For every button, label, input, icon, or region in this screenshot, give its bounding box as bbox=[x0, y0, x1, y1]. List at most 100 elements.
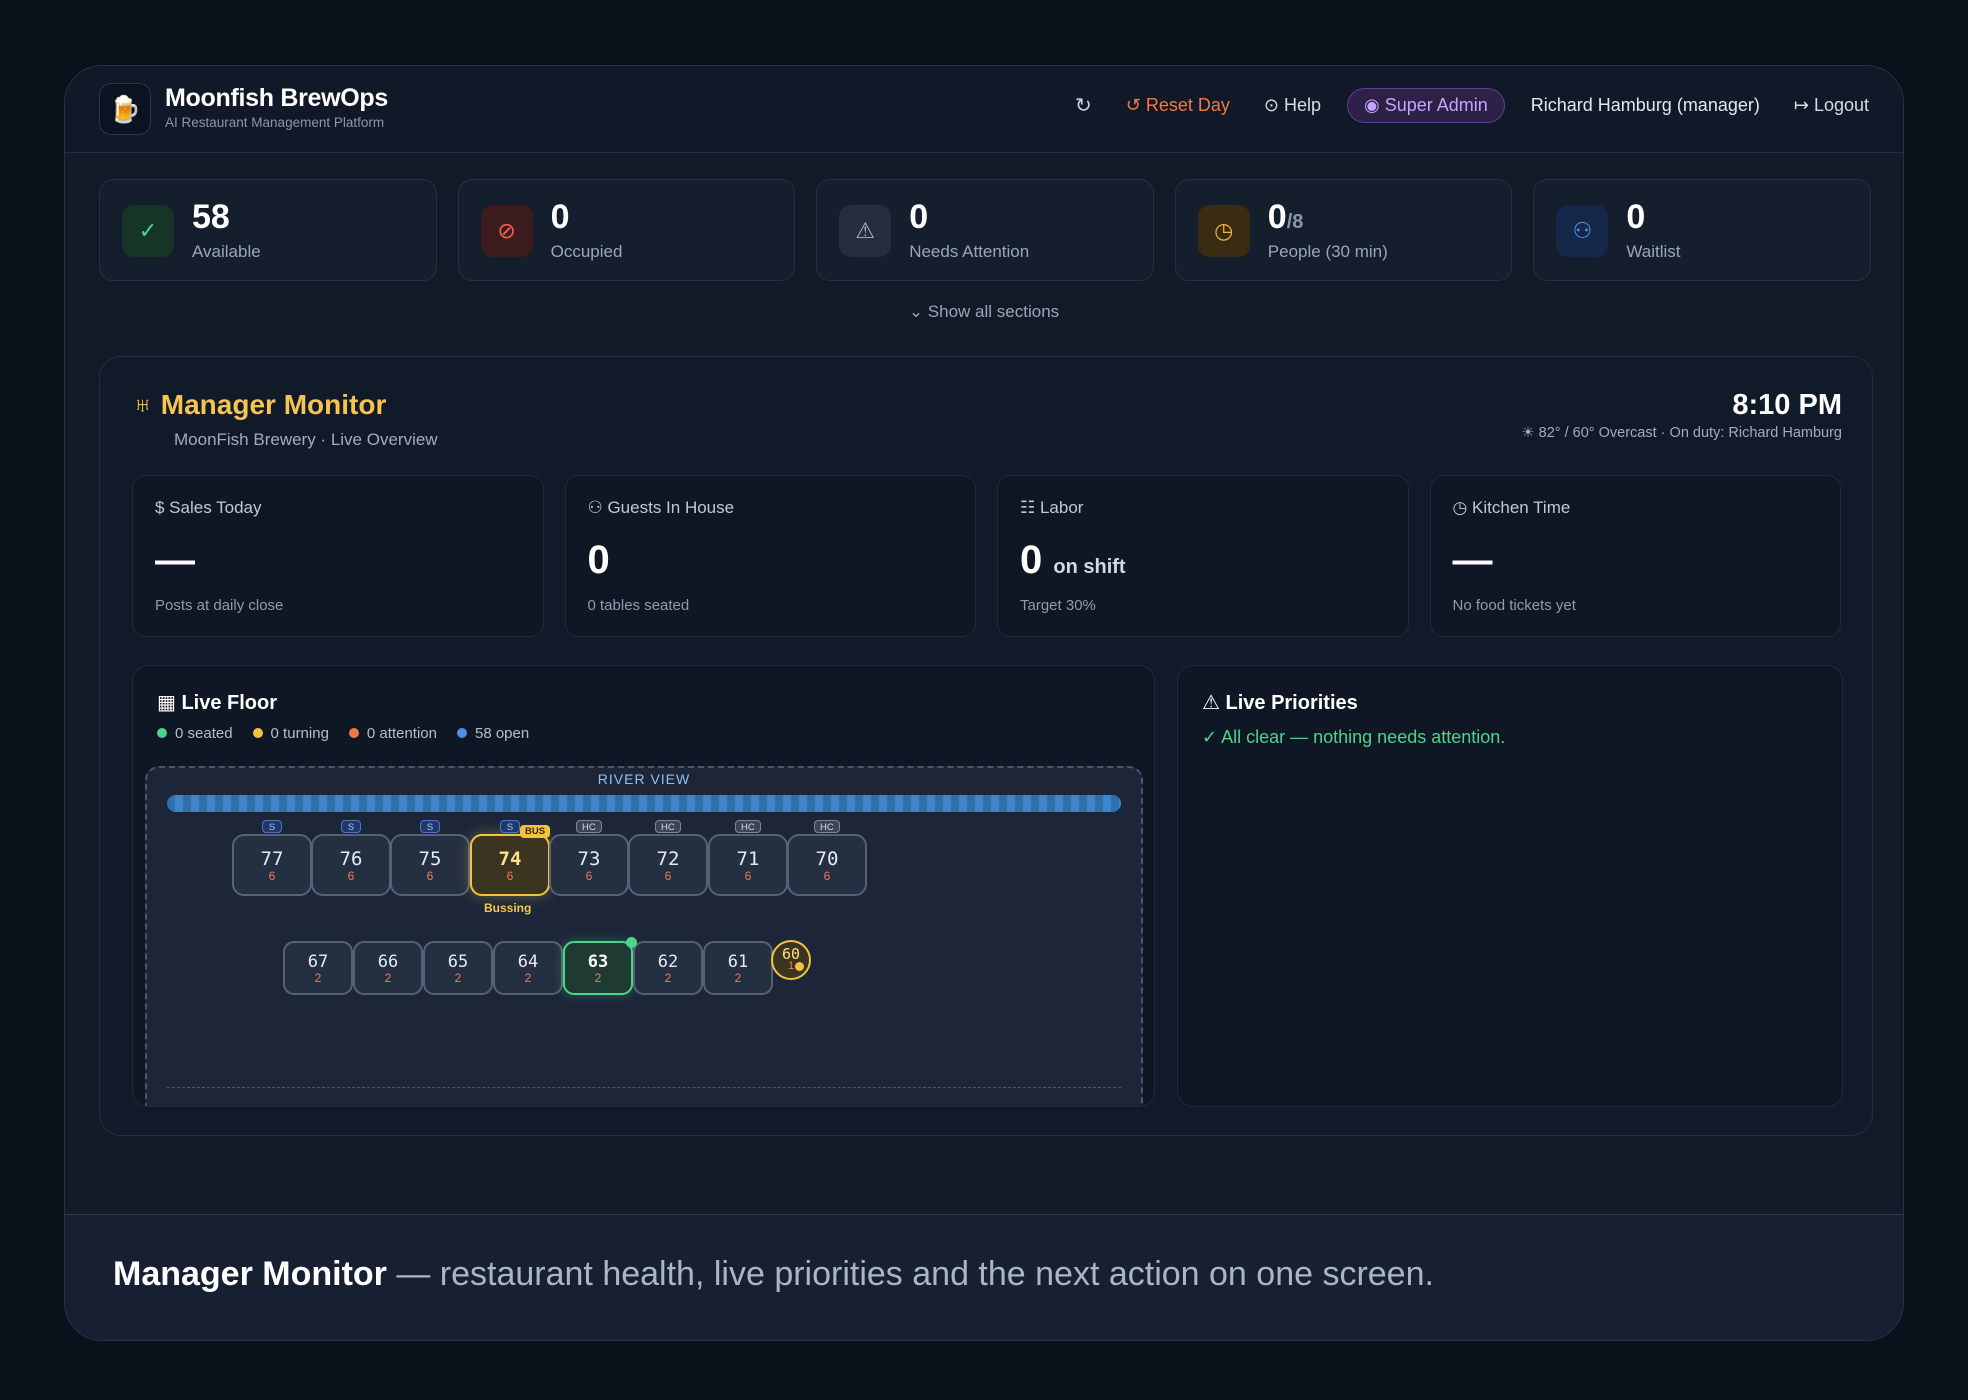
refresh-icon[interactable]: ↻ bbox=[1075, 93, 1092, 118]
table-number: 67 bbox=[307, 952, 329, 972]
floor-legend: 0 seated 0 turning 0 attention 58 open bbox=[157, 725, 529, 742]
app-subtitle: AI Restaurant Management Platform bbox=[165, 115, 385, 130]
stat-label: Available bbox=[192, 242, 261, 261]
table-73[interactable]: 73 6 bbox=[549, 834, 629, 896]
stat-value: 0 bbox=[1626, 198, 1646, 236]
live-floor-title: ▦ Live Floor bbox=[157, 692, 278, 714]
table-70[interactable]: 70 6 bbox=[787, 834, 867, 896]
show-all-sections-toggle[interactable]: ⌄ Show all sections bbox=[65, 302, 1903, 322]
table-74[interactable]: 74 6 bbox=[470, 834, 550, 896]
super-admin-badge[interactable]: ◉ Super Admin bbox=[1346, 88, 1505, 123]
kpi-sales-today: $ Sales Today — Posts at daily close bbox=[132, 475, 544, 637]
stat-waitlist[interactable]: ⚇ 0 Waitlist bbox=[1533, 179, 1871, 281]
stat-value: 0/8 bbox=[1267, 198, 1304, 236]
table-60[interactable]: 60 1 bbox=[771, 940, 811, 980]
monitor-subtitle: MoonFish Brewery · Live Overview bbox=[174, 430, 438, 449]
table-seats: 2 bbox=[594, 971, 602, 985]
stat-label: Occupied bbox=[550, 242, 623, 261]
legend-open: 58 open bbox=[456, 725, 529, 742]
legend-dot bbox=[157, 728, 167, 738]
table-62[interactable]: 62 2 bbox=[633, 941, 703, 995]
table-tag: S bbox=[341, 820, 361, 833]
table-72[interactable]: 72 6 bbox=[628, 834, 708, 896]
table-number: 72 bbox=[656, 848, 680, 870]
live-floor-panel: ▦ Live Floor 0 seated 0 turning 0 attent… bbox=[132, 665, 1155, 1107]
floor-divider bbox=[167, 1087, 1121, 1088]
table-number: 76 bbox=[339, 848, 363, 870]
table-number: 61 bbox=[727, 952, 749, 972]
kpi-note: 0 tables seated bbox=[587, 597, 690, 614]
current-time: 8:10 PM bbox=[1732, 389, 1842, 421]
table-77[interactable]: 77 6 bbox=[232, 834, 312, 896]
table-seats: 6 bbox=[744, 869, 752, 883]
table-64[interactable]: 64 2 bbox=[493, 941, 563, 995]
kpi-value: — bbox=[155, 538, 195, 582]
stat-value: 0 bbox=[909, 198, 929, 236]
table-number: 62 bbox=[657, 952, 679, 972]
stat-value: 0 bbox=[550, 198, 570, 236]
table-seats: 2 bbox=[384, 971, 392, 985]
table-71[interactable]: 71 6 bbox=[708, 834, 788, 896]
kpi-note: Target 30% bbox=[1020, 597, 1096, 614]
kpi-kitchen-time: ◷ Kitchen Time — No food tickets yet bbox=[1429, 475, 1841, 637]
table-seats: 6 bbox=[823, 869, 831, 883]
stat-people-30min[interactable]: ◷ 0/8 People (30 min) bbox=[1174, 179, 1513, 281]
table-76[interactable]: 76 6 bbox=[311, 834, 391, 896]
table-number: 75 bbox=[418, 848, 442, 870]
all-clear-message: ✓ All clear — nothing needs attention. bbox=[1202, 727, 1506, 747]
kpi-value: 0 bbox=[587, 538, 610, 582]
help-button[interactable]: ⊙ Help bbox=[1264, 95, 1321, 116]
status-dot bbox=[795, 962, 804, 971]
table-number: 73 bbox=[577, 848, 601, 870]
kpi-label: $ Sales Today bbox=[155, 498, 262, 517]
stat-cards: ✓ 58 Available ⊘ 0 Occupied ⚠ 0 Needs At… bbox=[99, 179, 1871, 281]
table-seats: 2 bbox=[454, 971, 462, 985]
legend-seated: 0 seated bbox=[157, 725, 233, 742]
table-tag: S bbox=[500, 820, 520, 833]
stat-available[interactable]: ✓ 58 Available bbox=[99, 179, 437, 281]
table-seats: 6 bbox=[347, 869, 355, 883]
beer-logo-icon: 🍺 bbox=[99, 83, 151, 135]
table-status-label: Bussing bbox=[484, 901, 532, 915]
table-seats: 2 bbox=[314, 971, 322, 985]
status-dot bbox=[626, 937, 637, 948]
legend-turning: 0 turning bbox=[252, 725, 329, 742]
table-seats: 6 bbox=[664, 869, 672, 883]
reset-day-button[interactable]: ↺ Reset Day bbox=[1126, 95, 1230, 116]
table-tag: HC bbox=[655, 820, 681, 833]
legend-dot bbox=[348, 728, 359, 738]
stat-needs-attention[interactable]: ⚠ 0 Needs Attention bbox=[816, 179, 1154, 281]
kpi-label: ◷ Kitchen Time bbox=[1452, 498, 1571, 517]
table-tag: HC bbox=[814, 820, 840, 833]
kpi-cards: $ Sales Today — Posts at daily close ⚇ G… bbox=[132, 475, 1841, 637]
stat-occupied[interactable]: ⊘ 0 Occupied bbox=[457, 179, 796, 281]
table-67[interactable]: 67 2 bbox=[283, 941, 353, 995]
table-seats: 2 bbox=[664, 971, 672, 985]
people-icon: ⚇ bbox=[1556, 205, 1609, 257]
manager-monitor-panel: ♅ Manager Monitor MoonFish Brewery · Liv… bbox=[99, 356, 1873, 1136]
warning-icon: ⚠ bbox=[839, 205, 892, 257]
river-strip bbox=[167, 795, 1121, 812]
table-number: 74 bbox=[498, 848, 522, 870]
table-63[interactable]: 63 2 bbox=[563, 941, 633, 995]
table-tag: S bbox=[262, 820, 282, 833]
stat-label: Waitlist bbox=[1626, 242, 1681, 261]
stat-label: Needs Attention bbox=[909, 242, 1030, 261]
table-66[interactable]: 66 2 bbox=[353, 941, 423, 995]
caption-bar: Manager Monitor — restaurant health, liv… bbox=[65, 1214, 1903, 1340]
check-icon: ✓ bbox=[122, 205, 174, 257]
table-seats: 6 bbox=[426, 869, 434, 883]
table-seats: 2 bbox=[734, 971, 742, 985]
stat-label: People (30 min) bbox=[1267, 242, 1388, 261]
current-user[interactable]: Richard Hamburg (manager) bbox=[1531, 95, 1760, 116]
table-75[interactable]: 75 6 bbox=[390, 834, 470, 896]
table-61[interactable]: 61 2 bbox=[703, 941, 773, 995]
table-number: 71 bbox=[736, 848, 760, 870]
table-tag: HC bbox=[735, 820, 761, 833]
ban-icon: ⊘ bbox=[480, 205, 533, 257]
floor-map: RIVER VIEW 77 6 S 76 6 S 75 6 S 74 6 S BUS Bussing 73 6… bbox=[145, 766, 1143, 1106]
logout-button[interactable]: ↦ Logout bbox=[1794, 95, 1869, 116]
bus-badge: BUS bbox=[520, 825, 551, 838]
table-65[interactable]: 65 2 bbox=[423, 941, 493, 995]
table-seats: 6 bbox=[506, 869, 514, 883]
